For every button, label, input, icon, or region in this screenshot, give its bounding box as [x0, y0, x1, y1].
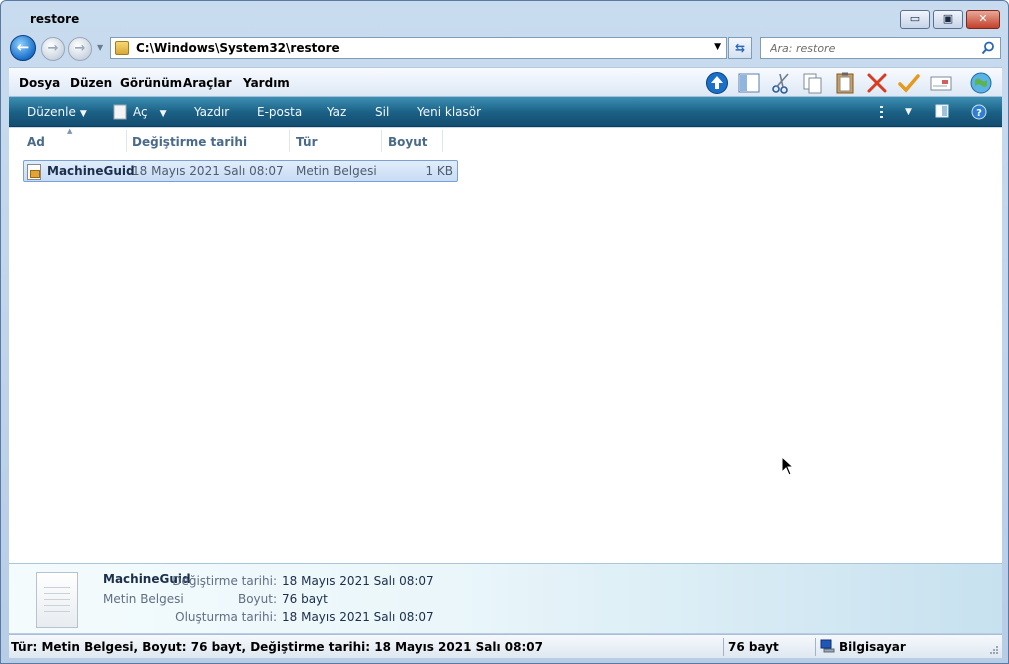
details-pane: MachineGuid Metin Belgesi Değiştirme tar…	[9, 563, 1002, 633]
up-level-button[interactable]: →	[68, 37, 92, 61]
refresh-icon: ⇆	[734, 41, 746, 55]
column-size[interactable]: Boyut	[388, 135, 428, 149]
recent-pages-chevron-down-icon[interactable]: ▼	[97, 43, 103, 52]
minimize-icon: ▭	[909, 12, 921, 25]
status-summary: Tür: Metin Belgesi, Boyut: 76 bayt, Deği…	[11, 640, 543, 654]
explorer-window: restore ▭ ▣ ✕ ← → → ▼ C:\Windows\System3…	[0, 0, 1009, 664]
details-modified-value: 18 Mayıs 2021 Salı 08:07	[282, 574, 434, 588]
checkmark-icon[interactable]	[897, 71, 921, 95]
back-button[interactable]: ←	[10, 35, 36, 61]
folders-pane-icon[interactable]	[737, 71, 761, 95]
status-bar: Tür: Metin Belgesi, Boyut: 76 bayt, Deği…	[9, 634, 1002, 658]
menu-tools[interactable]: Araçlar	[183, 76, 232, 90]
svg-text:?: ?	[976, 108, 982, 119]
menu-edit[interactable]: Düzen	[70, 76, 112, 90]
file-list[interactable]: MachineGuid 18 Mayıs 2021 Salı 08:07 Met…	[9, 156, 1002, 563]
open-label: Aç	[133, 105, 148, 119]
delete-icon[interactable]	[865, 71, 889, 95]
details-size-value: 76 bayt	[282, 592, 328, 606]
organize-label: Düzenle	[27, 105, 76, 119]
status-size: 76 bayt	[728, 640, 779, 654]
command-bar: Düzenle ▼ Aç ▼ Yazdır E-posta Yaz Sil Yeni…	[9, 97, 1002, 127]
details-created-value: 18 Mayıs 2021 Salı 08:07	[282, 610, 434, 624]
column-divider[interactable]	[381, 130, 382, 152]
column-modified[interactable]: Değiştirme tarihi	[132, 135, 247, 149]
column-divider[interactable]	[126, 130, 127, 152]
close-button[interactable]: ✕	[966, 10, 1000, 29]
computer-icon	[820, 639, 835, 653]
open-document-icon	[113, 104, 127, 120]
menu-help[interactable]: Yardım	[243, 76, 290, 90]
print-button[interactable]: Yazdır	[194, 105, 229, 119]
email-button[interactable]: E-posta	[257, 105, 302, 119]
file-name: MachineGuid	[47, 164, 135, 178]
file-type: Metin Belgesi	[296, 164, 377, 178]
details-created-label: Oluşturma tarihi:	[175, 610, 277, 624]
paste-icon[interactable]	[833, 71, 857, 95]
mouse-cursor-icon	[781, 456, 795, 476]
burn-button[interactable]: Yaz	[327, 105, 346, 119]
maximize-icon: ▣	[942, 12, 954, 25]
menu-bar: Dosya Düzen Görünüm Araçlar Yardım	[9, 67, 1002, 97]
sort-ascending-icon: ▲	[67, 127, 73, 135]
status-zone: Bilgisayar	[839, 640, 906, 654]
text-document-icon	[27, 164, 41, 180]
status-divider	[723, 638, 724, 656]
copy-icon[interactable]	[801, 71, 825, 95]
resize-grip-icon[interactable]	[989, 645, 999, 655]
search-input[interactable]	[761, 38, 976, 58]
navigation-row: ← → → ▼ C:\Windows\System32\restore ▼ ⇆	[1, 33, 1008, 63]
open-button[interactable]: Aç ▼	[133, 105, 167, 119]
minimize-button[interactable]: ▭	[900, 10, 930, 29]
address-path[interactable]: C:\Windows\System32\restore	[136, 41, 340, 55]
column-headers: ▲ Ad Değiştirme tarihi Tür Boyut	[9, 127, 1002, 156]
window-title: restore	[30, 12, 80, 26]
column-name[interactable]: Ad	[27, 135, 45, 149]
internet-globe-icon[interactable]	[969, 71, 993, 95]
menu-file[interactable]: Dosya	[19, 76, 60, 90]
file-size: 1 KB	[425, 164, 453, 178]
menu-view[interactable]: Görünüm	[120, 76, 182, 90]
help-icon[interactable]: ?	[971, 104, 987, 120]
cut-icon[interactable]	[769, 71, 793, 95]
open-chevron-down-icon: ▼	[159, 109, 167, 119]
folder-icon	[115, 41, 129, 55]
address-chevron-down-icon[interactable]: ▼	[714, 42, 721, 52]
address-bar[interactable]: C:\Windows\System32\restore ▼	[110, 37, 727, 59]
properties-icon[interactable]	[929, 71, 953, 95]
close-icon: ✕	[978, 12, 988, 25]
file-row[interactable]: MachineGuid 18 Mayıs 2021 Salı 08:07 Met…	[23, 160, 458, 182]
title-bar[interactable]: restore ▭ ▣ ✕	[1, 1, 1008, 33]
up-folder-icon[interactable]	[705, 71, 729, 95]
file-modified: 18 Mayıs 2021 Salı 08:07	[132, 164, 284, 178]
delete-button[interactable]: Sil	[375, 105, 389, 119]
column-divider[interactable]	[442, 130, 443, 152]
views-chevron-down-icon[interactable]: ▼	[905, 107, 912, 117]
views-icon[interactable]	[879, 105, 885, 119]
maximize-button[interactable]: ▣	[933, 10, 963, 29]
new-folder-button[interactable]: Yeni klasör	[417, 105, 481, 119]
column-divider[interactable]	[289, 130, 290, 152]
search-icon[interactable]	[981, 41, 995, 55]
organize-chevron-down-icon: ▼	[79, 109, 87, 119]
status-divider	[815, 638, 816, 656]
document-thumbnail-icon	[36, 572, 78, 628]
organize-button[interactable]: Düzenle ▼	[27, 105, 87, 119]
column-type[interactable]: Tür	[296, 135, 318, 149]
refresh-button[interactable]: ⇆	[728, 37, 752, 59]
forward-button[interactable]: →	[41, 37, 65, 61]
preview-pane-icon[interactable]	[935, 104, 949, 118]
search-box[interactable]	[760, 37, 1001, 59]
details-size-label: Boyut:	[237, 592, 277, 606]
details-modified-label: Değiştirme tarihi:	[172, 574, 277, 588]
